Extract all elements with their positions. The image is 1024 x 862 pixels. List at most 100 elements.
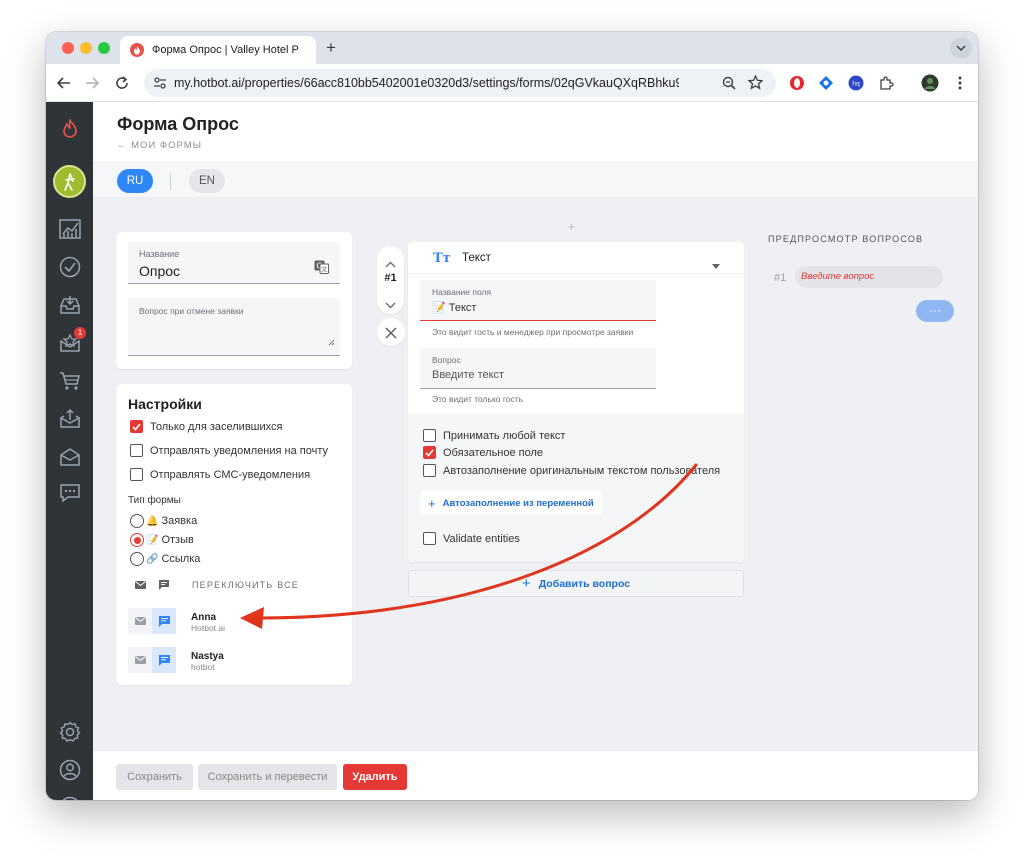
question-type-select[interactable]: Tт Текст xyxy=(408,242,744,274)
form-name-field[interactable]: Название Опрос G文 xyxy=(128,242,340,284)
checkbox-empty-icon xyxy=(423,429,436,442)
toggle-all-chat-icon[interactable] xyxy=(152,572,176,598)
user-anna-email-toggle-icon[interactable] xyxy=(128,608,152,634)
zoom-window-button[interactable] xyxy=(98,42,110,54)
analytics-icon[interactable] xyxy=(57,216,82,241)
toggle-all-email-icon[interactable] xyxy=(128,572,152,598)
form-type-radio-review[interactable]: 📝 Отзыв xyxy=(130,533,194,547)
remove-question-button[interactable] xyxy=(377,318,405,346)
resize-handle-icon[interactable] xyxy=(328,333,335,351)
user-nastya-name: Nastya xyxy=(191,651,224,662)
hotbot-favicon-icon xyxy=(130,43,144,57)
inbox-icon[interactable] xyxy=(57,292,82,317)
user-nastya-chat-toggle-icon[interactable] xyxy=(152,647,176,673)
page-header: Форма Опрос ← МОИ ФОРМЫ xyxy=(93,102,978,162)
toggle-all-controls xyxy=(128,572,176,598)
cancel-question-field[interactable]: Вопрос при отмене заявки xyxy=(128,298,340,356)
form-type-radio-link[interactable]: 🔗 Ссылка xyxy=(130,552,200,566)
question-placeholder: Введите текст xyxy=(432,369,505,381)
sms-notifications-checkbox[interactable]: Отправлять СМС-уведомления xyxy=(130,468,310,481)
save-button[interactable]: Сохранить xyxy=(116,764,193,790)
reload-icon[interactable] xyxy=(112,73,132,93)
preview-more-icon[interactable]: ··· xyxy=(916,300,954,322)
radio-empty-icon xyxy=(130,514,144,528)
bell-icon: 🔔 xyxy=(146,515,159,527)
add-question-button[interactable]: + Добавить вопрос xyxy=(408,570,744,597)
forward-icon[interactable] xyxy=(82,73,102,93)
zoom-icon[interactable] xyxy=(722,76,736,95)
language-en-button[interactable]: EN xyxy=(189,169,225,193)
validate-entities-label: Validate entities xyxy=(443,532,520,545)
address-bar[interactable]: my.hotbot.ai/properties/66acc810bb540200… xyxy=(144,69,776,97)
hotbot-logo-icon[interactable] xyxy=(57,116,82,141)
profile-avatar[interactable] xyxy=(921,74,939,92)
checkbox-checked-icon xyxy=(130,420,143,433)
close-window-button[interactable] xyxy=(62,42,74,54)
hotbot-extension-icon[interactable]: hq xyxy=(847,74,865,92)
toggle-all-link[interactable]: ПЕРЕКЛЮЧИТЬ ВСЕ xyxy=(192,580,299,590)
notification-badge: 1 xyxy=(74,327,86,339)
user-anna-chat-toggle-icon[interactable] xyxy=(152,608,176,634)
move-up-chevron-icon[interactable] xyxy=(385,255,396,273)
form-type-link-label: Ссылка xyxy=(161,553,201,565)
accept-any-text-label: Принимать любой текст xyxy=(443,429,566,442)
user-nastya-org: hotbot xyxy=(191,662,215,672)
tab-search-chevron-icon[interactable] xyxy=(950,38,972,58)
tasks-check-icon[interactable] xyxy=(57,254,82,279)
chat-icon[interactable] xyxy=(57,480,82,505)
autofill-variable-button[interactable]: + Автозаполнение из переменной xyxy=(420,491,602,515)
more-icon[interactable] xyxy=(951,74,969,92)
validate-entities-checkbox[interactable]: Validate entities xyxy=(423,532,520,545)
site-settings-icon[interactable] xyxy=(153,76,167,95)
form-type-request-label: Заявка xyxy=(161,515,198,527)
dropdown-caret-icon xyxy=(712,256,720,274)
plus-icon: + xyxy=(428,495,436,511)
star-icon[interactable] xyxy=(747,74,764,95)
move-down-chevron-icon[interactable] xyxy=(385,296,396,314)
delete-button[interactable]: Удалить xyxy=(343,764,407,790)
only-checked-in-label: Только для заселившихся xyxy=(150,420,283,433)
svg-text:文: 文 xyxy=(321,266,327,274)
question-number: #1 xyxy=(384,272,397,284)
mail-icon[interactable] xyxy=(57,444,82,469)
user-nastya-email-toggle-icon[interactable] xyxy=(128,647,152,673)
minimize-window-button[interactable] xyxy=(80,42,92,54)
accept-any-text-checkbox[interactable]: Принимать любой текст xyxy=(423,429,565,442)
radio-empty-icon xyxy=(130,552,144,566)
sms-notifications-label: Отправлять СМС-уведомления xyxy=(150,468,311,481)
autofill-original-label: Автозаполнение оригинальным текстом поль… xyxy=(443,464,721,477)
settings-gear-icon[interactable] xyxy=(57,719,82,744)
browser-tab-active[interactable]: Форма Опрос | Valley Hotel P xyxy=(120,36,316,64)
email-notifications-label: Отправлять уведомления на почту xyxy=(150,444,329,457)
cancel-question-label: Вопрос при отмене заявки xyxy=(139,306,244,316)
extensions-icon[interactable] xyxy=(877,74,895,92)
footer-bar: Сохранить Сохранить и перевести Удалить xyxy=(93,750,978,800)
translate-extension-icon[interactable] xyxy=(817,74,835,92)
translate-icon[interactable]: G文 xyxy=(314,260,329,279)
field-name-input[interactable]: Название поля 📝 Текст xyxy=(420,280,656,321)
new-tab-icon[interactable]: + xyxy=(321,37,341,59)
preview-title: ПРЕДПРОСМОТР ВОПРОСОВ xyxy=(768,234,924,244)
property-avatar[interactable] xyxy=(53,165,86,198)
insert-question-above-icon[interactable]: + xyxy=(568,220,575,234)
export-box-icon[interactable] xyxy=(57,406,82,431)
opera-extension-icon[interactable] xyxy=(788,74,806,92)
breadcrumb-my-forms[interactable]: ← МОИ ФОРМЫ xyxy=(117,140,202,151)
back-icon[interactable] xyxy=(54,73,74,93)
profile-icon[interactable] xyxy=(57,757,82,782)
language-ru-button[interactable]: RU xyxy=(117,169,153,193)
shop-cart-icon[interactable] xyxy=(57,368,82,393)
email-notifications-checkbox[interactable]: Отправлять уведомления на почту xyxy=(130,444,328,457)
required-field-checkbox[interactable]: Обязательное поле xyxy=(423,446,543,459)
form-type-radio-request[interactable]: 🔔 Заявка xyxy=(130,514,197,528)
help-icon[interactable] xyxy=(57,794,82,800)
autofill-original-checkbox[interactable]: Автозаполнение оригинальным текстом поль… xyxy=(423,464,720,477)
tab-title: Форма Опрос | Valley Hotel P xyxy=(152,44,299,56)
browser-toolbar: my.hotbot.ai/properties/66acc810bb540200… xyxy=(46,64,978,102)
only-checked-in-checkbox[interactable]: Только для заселившихся xyxy=(130,420,282,433)
question-text-input[interactable]: Вопрос Введите текст xyxy=(420,348,656,389)
form-name-card: Название Опрос G文 Вопрос при отмене заяв… xyxy=(116,232,352,369)
save-and-translate-button[interactable]: Сохранить и перевести xyxy=(198,764,337,790)
question-card: Tт Текст Название поля 📝 Текст Это видит… xyxy=(408,242,744,562)
field-name-helper: Это видит гость и менеджер при просмотре… xyxy=(432,327,634,337)
